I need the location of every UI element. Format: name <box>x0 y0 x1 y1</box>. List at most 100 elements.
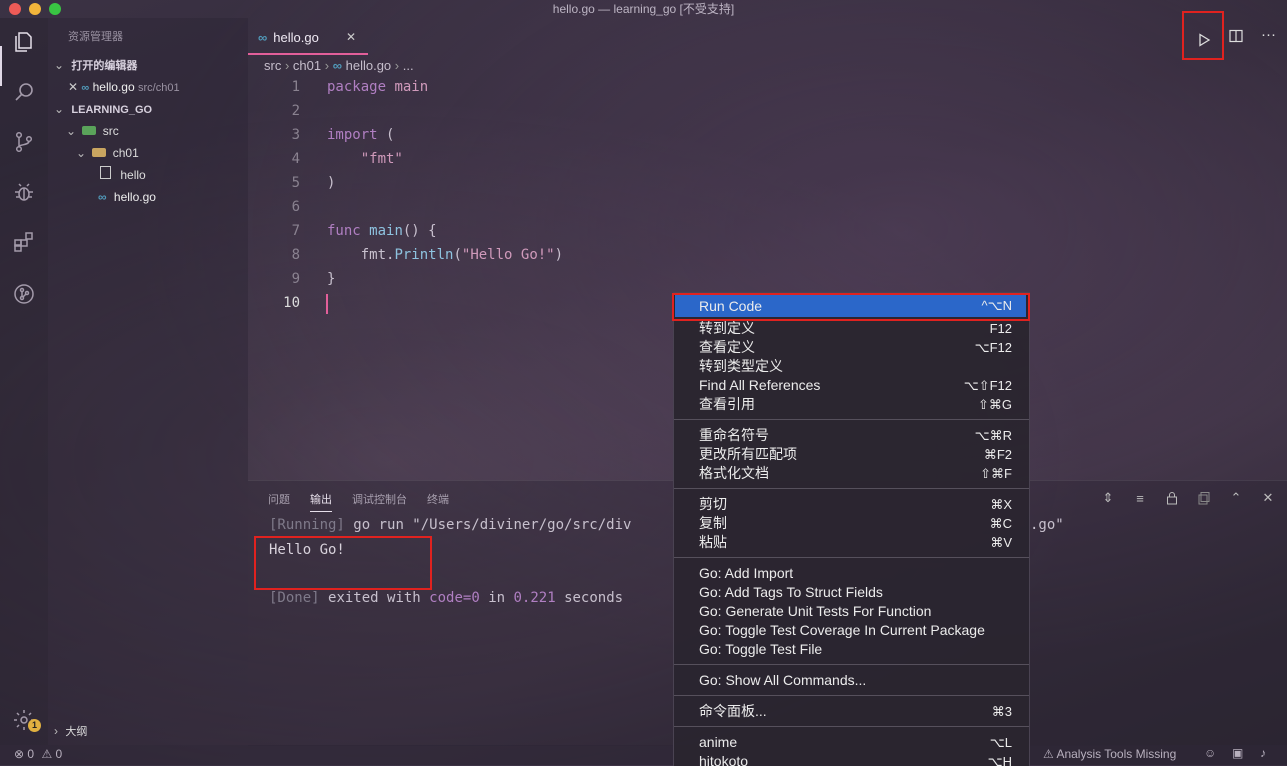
menu-item[interactable]: Go: Add Tags To Struct Fields <box>675 583 1026 602</box>
debug-icon[interactable] <box>10 178 38 206</box>
tab-hello-go[interactable]: ∞ hello.go ✕ <box>248 21 368 55</box>
tree-item-hello[interactable]: hello <box>100 164 146 186</box>
code-line: package main <box>327 79 429 95</box>
menu-item[interactable]: 剪切 ⌘X <box>675 495 1026 514</box>
sort-icon[interactable]: ⇕ <box>1100 490 1116 506</box>
menu-item-label: Find All References <box>699 377 821 393</box>
split-editor-button[interactable] <box>1228 28 1248 48</box>
menu-item[interactable]: 命令面板... ⌘3 <box>675 702 1026 721</box>
tree-item-label: hello.go <box>113 190 156 204</box>
minimize-window-button[interactable] <box>29 3 41 15</box>
close-window-button[interactable] <box>9 3 21 15</box>
menu-item[interactable]: Go: Toggle Test File <box>675 640 1026 659</box>
go-file-icon: ∞ <box>81 82 90 94</box>
project-header[interactable]: ⌄ LEARNING_GO <box>54 98 152 120</box>
menu-separator <box>674 557 1029 558</box>
tab-label: hello.go <box>273 29 319 45</box>
menu-item-shortcut: ⌥F12 <box>974 340 1012 355</box>
status-bar: ⊗ 0 ⚠ 0 ⚠ Analysis Tools Missing ☺ ▣ ♪ <box>0 745 1287 765</box>
copy-icon[interactable] <box>1196 490 1212 506</box>
clear-output-icon[interactable]: ≡ <box>1132 490 1148 506</box>
analysis-tools-status[interactable]: ⚠ Analysis Tools Missing <box>1043 747 1176 761</box>
more-actions-button[interactable]: ··· <box>1261 26 1276 43</box>
menu-item[interactable]: 格式化文档 ⇧⌘F <box>675 464 1026 483</box>
close-panel-icon[interactable]: ✕ <box>1260 490 1276 506</box>
maximize-window-button[interactable] <box>49 3 61 15</box>
folder-open-icon <box>92 148 107 157</box>
close-tab-icon[interactable]: ✕ <box>346 30 356 44</box>
output-running-line: [Running] go run "/Users/diviner/go/src/… <box>269 517 632 533</box>
tab-output[interactable]: 输出 <box>310 491 332 512</box>
menu-separator <box>674 664 1029 665</box>
extensions-icon[interactable] <box>10 228 38 256</box>
tree-item-src[interactable]: ⌄ src <box>66 120 119 142</box>
tree-item-hello-go[interactable]: ∞ hello.go <box>98 186 156 208</box>
tab-terminal[interactable]: 终端 <box>427 491 449 507</box>
menu-item[interactable]: 查看定义 ⌥F12 <box>675 338 1026 357</box>
menu-item-shortcut: ⇧⌘G <box>977 397 1012 412</box>
tab-debug-console[interactable]: 调试控制台 <box>352 491 407 507</box>
lock-scroll-icon[interactable] <box>1164 490 1180 506</box>
chevron-right-icon: › <box>54 724 58 738</box>
breadcrumb-item[interactable]: ... <box>403 58 414 73</box>
outline-header[interactable]: › 大纲 <box>54 720 87 742</box>
menu-item[interactable]: hitokoto ⌥H <box>675 752 1026 766</box>
menu-item[interactable]: Go: Generate Unit Tests For Function <box>675 602 1026 621</box>
annotation-run-button-box <box>1182 11 1224 60</box>
warning-icon: ⚠ <box>1043 747 1054 761</box>
menu-item[interactable]: 转到类型定义 <box>675 357 1026 376</box>
breadcrumb-item[interactable]: src <box>264 58 281 73</box>
menu-item[interactable]: 查看引用 ⇧⌘G <box>675 395 1026 414</box>
menu-item[interactable]: Go: Toggle Test Coverage In Current Pack… <box>675 621 1026 640</box>
menu-item-label: 格式化文档 <box>699 465 769 481</box>
menu-item-shortcut: F12 <box>989 321 1012 336</box>
search-icon[interactable] <box>10 78 38 106</box>
error-count: 0 <box>27 747 35 761</box>
explorer-title: 资源管理器 <box>68 31 123 43</box>
menu-item-label: Go: Add Import <box>699 565 794 581</box>
notifications-bell-icon[interactable]: ♪ <box>1260 746 1266 760</box>
menu-item[interactable]: Go: Add Import <box>675 564 1026 583</box>
maximize-panel-icon[interactable]: ⌃ <box>1228 490 1244 506</box>
image-icon[interactable]: ▣ <box>1232 746 1243 760</box>
menu-item[interactable]: 复制 ⌘C <box>675 514 1026 533</box>
open-editor-item[interactable]: ✕ ∞ hello.go src/ch01 <box>68 76 180 98</box>
close-icon[interactable]: ✕ <box>68 80 78 94</box>
tree-item-label: hello <box>120 168 146 182</box>
menu-item[interactable]: anime ⌥L <box>675 733 1026 752</box>
open-editors-header[interactable]: ⌄ 打开的编辑器 <box>54 54 137 76</box>
line-number: 9 <box>291 271 300 287</box>
feedback-icon[interactable]: ☺ <box>1204 746 1216 760</box>
menu-separator <box>674 419 1029 420</box>
menu-item-label: 复制 <box>699 515 727 531</box>
menu-item[interactable]: 转到定义 F12 <box>675 319 1026 338</box>
menu-item[interactable]: 重命名符号 ⌥⌘R <box>675 426 1026 445</box>
menu-item[interactable]: 粘贴 ⌘V <box>675 533 1026 552</box>
menu-item-shortcut: ⌘X <box>990 497 1012 512</box>
menu-item[interactable]: Go: Show All Commands... <box>675 671 1026 690</box>
git-graph-icon[interactable] <box>10 280 38 308</box>
breadcrumb-item[interactable]: hello.go <box>346 58 392 73</box>
tab-problems[interactable]: 问题 <box>268 491 290 507</box>
menu-item-label: 更改所有匹配项 <box>699 446 797 462</box>
menu-item[interactable]: Find All References ⌥⇧F12 <box>675 376 1026 395</box>
window-title: hello.go — learning_go [不受支持] <box>552 2 735 16</box>
warning-count: 0 <box>55 747 63 761</box>
source-control-icon[interactable] <box>10 128 38 156</box>
editor-tab-bar: ∞ hello.go ✕ ··· <box>248 18 1287 55</box>
code-editor[interactable]: 1 2 3 4 5 6 7 8 9 10 package main import… <box>248 76 1268 316</box>
breadcrumb-item[interactable]: ch01 <box>293 58 321 73</box>
annotation-output-box <box>254 536 432 590</box>
title-bar: hello.go — learning_go [不受支持] <box>0 0 1287 18</box>
menu-item[interactable]: 更改所有匹配项 ⌘F2 <box>675 445 1026 464</box>
active-view-marker <box>0 46 2 86</box>
split-editor-icon <box>1229 29 1243 43</box>
folder-src-icon <box>82 126 97 135</box>
explorer-icon[interactable] <box>10 28 38 56</box>
tree-item-label: src <box>102 124 119 138</box>
problems-status[interactable]: ⊗ 0 ⚠ 0 <box>14 747 62 761</box>
tree-item-ch01[interactable]: ⌄ ch01 <box>76 142 139 164</box>
code-line: ) <box>327 175 336 191</box>
activity-bar: 1 <box>0 18 48 745</box>
menu-item-label: 查看引用 <box>699 396 755 412</box>
